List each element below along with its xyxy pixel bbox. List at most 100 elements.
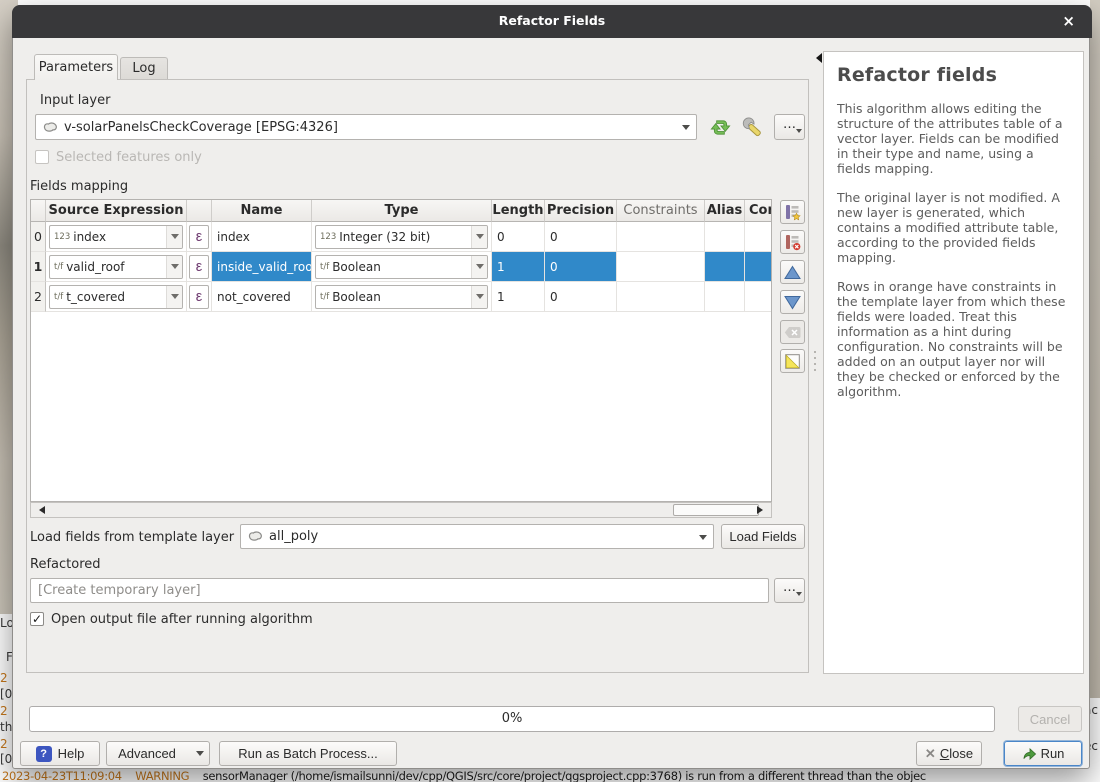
background-log-line: 2023-04-23T11:09:04 WARNING sensorManage…: [2, 769, 1100, 782]
type-value: Boolean: [332, 290, 381, 304]
template-layer-combobox[interactable]: all_poly: [240, 524, 714, 549]
clear-fields-button[interactable]: [780, 320, 805, 344]
close-button[interactable]: ✕ Close: [916, 741, 982, 766]
title-bar[interactable]: Refactor Fields ×: [12, 5, 1092, 38]
precision-cell[interactable]: 0: [545, 282, 617, 312]
help-paragraph: Rows in orange have constraints in the t…: [837, 279, 1070, 399]
advanced-options-button[interactable]: [738, 113, 768, 141]
type-cell: t/f Boolean: [312, 282, 492, 312]
cancel-button[interactable]: Cancel: [1018, 706, 1082, 732]
input-layer-browse-button[interactable]: …: [774, 114, 805, 140]
expression-builder-button[interactable]: ε: [189, 285, 209, 309]
splitter-handle[interactable]: [814, 351, 816, 371]
comment-cell[interactable]: [745, 282, 772, 312]
open-output-checkbox[interactable]: ✓: [30, 612, 44, 626]
table-horizontal-scrollbar[interactable]: [30, 502, 772, 518]
background-log-fragment: 2: [0, 737, 8, 751]
output-browse-button[interactable]: …: [774, 578, 805, 603]
source-field-name: index: [73, 230, 106, 244]
type-value: Integer (32 bit): [339, 230, 430, 244]
help-icon: ?: [36, 746, 52, 762]
alias-cell[interactable]: [705, 282, 745, 312]
selected-features-checkbox[interactable]: [35, 150, 49, 164]
header-length: Length: [492, 200, 545, 222]
delete-field-button[interactable]: [780, 230, 805, 254]
advanced-button[interactable]: Advanced: [106, 741, 210, 766]
chevron-down-icon: [196, 751, 204, 760]
tab-parameters[interactable]: Parameters: [34, 54, 118, 80]
type-combobox[interactable]: 123 Integer (32 bit): [315, 225, 488, 249]
chevron-down-icon: [476, 234, 484, 243]
load-fields-button[interactable]: Load Fields: [721, 524, 805, 549]
epsilon-icon: ε: [196, 259, 202, 275]
row-header[interactable]: 0: [31, 222, 46, 252]
comment-cell[interactable]: [745, 222, 772, 252]
header-name: Name: [212, 200, 312, 222]
iterate-icon: [709, 116, 732, 139]
scrollbar-thumb[interactable]: [673, 504, 759, 516]
type-combobox[interactable]: t/f Boolean: [315, 285, 488, 309]
polygon-layer-icon: [42, 121, 59, 134]
output-destination-input[interactable]: [Create temporary layer]: [30, 578, 769, 603]
expression-builder-button[interactable]: ε: [189, 255, 209, 279]
add-field-button[interactable]: [780, 200, 805, 224]
scroll-right-arrow-icon[interactable]: [757, 506, 767, 514]
screen: Lo F 2 [0 2 th 2 [0 ac ec 2023-04-23T11:…: [0, 0, 1100, 782]
length-cell[interactable]: 1: [492, 252, 545, 282]
expression-cell: ε: [187, 282, 212, 312]
run-button[interactable]: Run: [1004, 741, 1082, 766]
source-expression-combobox[interactable]: 123 index: [49, 225, 183, 249]
constraints-cell: [617, 222, 705, 252]
row-header[interactable]: 2: [31, 282, 46, 312]
invert-selection-button[interactable]: [780, 349, 805, 373]
source-expression-cell: 123 index: [46, 222, 187, 252]
window-close-icon[interactable]: ×: [1062, 12, 1075, 30]
expression-cell: ε: [187, 222, 212, 252]
collapse-help-panel-arrow-icon[interactable]: [811, 53, 822, 63]
open-output-label: Open output file after running algorithm: [51, 612, 313, 627]
source-expression-combobox[interactable]: t/f valid_roof: [49, 255, 183, 279]
type-combobox[interactable]: t/f Boolean: [315, 255, 488, 279]
length-cell[interactable]: 0: [492, 222, 545, 252]
chevron-down-icon: [796, 592, 802, 599]
row-header[interactable]: 1: [31, 252, 46, 282]
help-paragraph: The original layer is not modified. A ne…: [837, 190, 1070, 265]
field-type-icon: t/f: [320, 262, 329, 272]
precision-cell[interactable]: 0: [545, 252, 617, 282]
move-field-down-button[interactable]: [780, 290, 805, 314]
name-cell[interactable]: not_covered: [212, 282, 312, 312]
chevron-down-icon: [171, 234, 179, 243]
name-cell[interactable]: inside_valid_roof: [212, 252, 312, 282]
scroll-left-arrow-icon[interactable]: [35, 506, 45, 514]
fields-mapping-label: Fields mapping: [30, 179, 128, 194]
alias-cell[interactable]: [705, 252, 745, 282]
template-layer-label: Load fields from template layer: [30, 530, 234, 545]
comment-cell[interactable]: [745, 252, 772, 282]
expression-builder-button[interactable]: ε: [189, 225, 209, 249]
help-label: Help: [58, 746, 85, 761]
run-arrow-icon: [1022, 747, 1037, 761]
help-panel: Refactor fields This algorithm allows ed…: [823, 51, 1084, 674]
table-header-row: Source Expression Name Type Length Preci…: [31, 200, 771, 222]
tab-log[interactable]: Log: [120, 57, 168, 80]
cancel-label: Cancel: [1030, 712, 1070, 727]
alias-cell[interactable]: [705, 222, 745, 252]
fields-mapping-table[interactable]: Source Expression Name Type Length Preci…: [30, 199, 772, 502]
header-precision: Precision: [545, 200, 617, 222]
invert-selection-icon: [785, 354, 800, 369]
precision-cell[interactable]: 0: [545, 222, 617, 252]
source-expression-combobox[interactable]: t/f t_covered: [49, 285, 183, 309]
help-button[interactable]: ? Help: [20, 741, 100, 766]
length-cell[interactable]: 1: [492, 282, 545, 312]
input-layer-combobox[interactable]: v-solarPanelsCheckCoverage [EPSG:4326]: [35, 114, 697, 140]
refactored-label: Refactored: [30, 557, 101, 572]
table-row: 2 t/f t_covered ε not_covered t/f Boo: [31, 282, 771, 312]
selected-features-label: Selected features only: [56, 150, 202, 165]
name-cell[interactable]: index: [212, 222, 312, 252]
corner-header-cell: [31, 200, 46, 222]
run-as-batch-button[interactable]: Run as Batch Process...: [219, 741, 397, 766]
move-field-up-button[interactable]: [780, 260, 805, 284]
constraints-cell: [617, 282, 705, 312]
iterate-layer-button[interactable]: [706, 114, 734, 140]
ellipsis-icon: …: [783, 580, 796, 595]
